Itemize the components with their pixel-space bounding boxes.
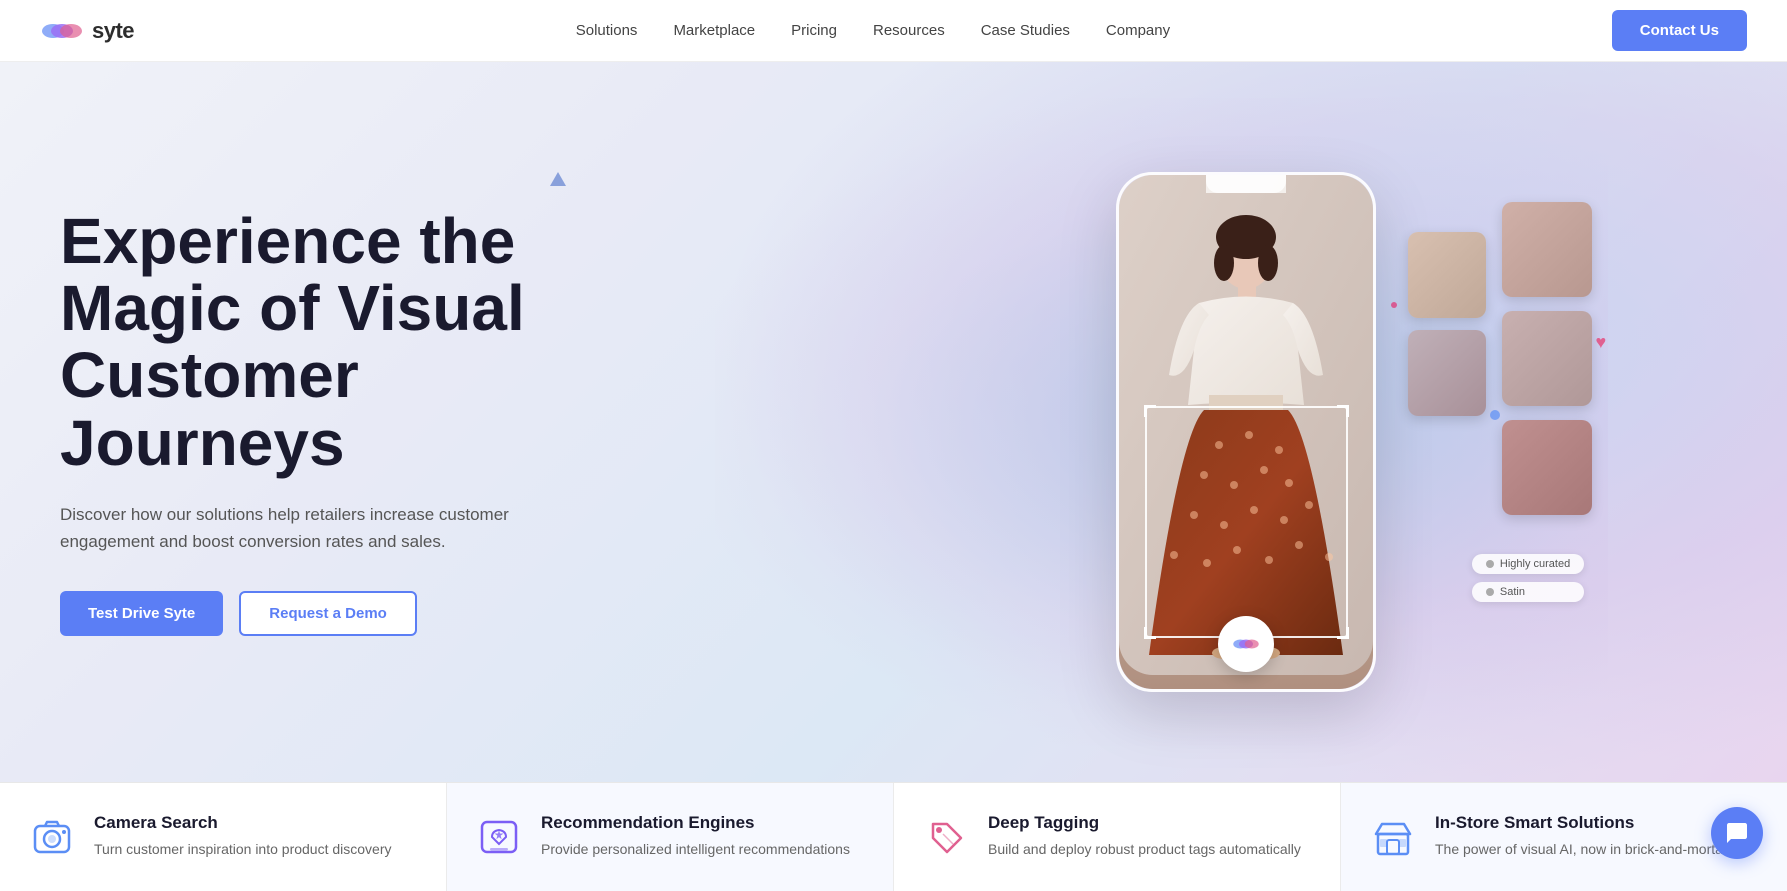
logo-text: syte bbox=[92, 18, 134, 44]
card-recommendation-desc: Provide personalized intelligent recomme… bbox=[541, 839, 850, 860]
hero-section: Experience the Magic of Visual Customer … bbox=[0, 62, 1787, 782]
card-deep-tagging-title: Deep Tagging bbox=[988, 813, 1301, 833]
nav-links: Solutions Marketplace Pricing Resources … bbox=[576, 22, 1170, 39]
nav-item-solutions[interactable]: Solutions bbox=[576, 22, 638, 39]
hero-buttons: Test Drive Syte Request a Demo bbox=[60, 591, 640, 636]
hero-content: Experience the Magic of Visual Customer … bbox=[0, 128, 700, 716]
card-recommendation-title: Recommendation Engines bbox=[541, 813, 850, 833]
deep-tagging-icon bbox=[922, 813, 970, 861]
tag-icon-svg bbox=[925, 816, 967, 858]
feature-cards: Camera Search Turn customer inspiration … bbox=[0, 782, 1787, 891]
in-store-icon bbox=[1369, 813, 1417, 861]
chat-bubble-button[interactable] bbox=[1711, 807, 1763, 859]
hero-title: Experience the Magic of Visual Customer … bbox=[60, 208, 640, 477]
navbar: syte Solutions Marketplace Pricing Resou… bbox=[0, 0, 1787, 62]
pill-dot-1 bbox=[1486, 560, 1494, 568]
product-thumb-2[interactable] bbox=[1408, 330, 1486, 416]
recommendation-icon-svg bbox=[478, 816, 520, 858]
card-camera-search-desc: Turn customer inspiration into product d… bbox=[94, 839, 392, 860]
hero-subtitle: Discover how our solutions help retailer… bbox=[60, 501, 580, 555]
hero-visual: Highly curated Satin ♥ bbox=[625, 62, 1787, 782]
recommendation-icon bbox=[475, 813, 523, 861]
contact-us-button[interactable]: Contact Us bbox=[1612, 10, 1747, 51]
card-recommendation: Recommendation Engines Provide personali… bbox=[447, 783, 894, 891]
blue-dot-deco bbox=[1490, 410, 1500, 420]
nav-item-resources[interactable]: Resources bbox=[873, 22, 945, 39]
card-recommendation-text: Recommendation Engines Provide personali… bbox=[541, 813, 850, 860]
camera-icon-svg bbox=[31, 816, 73, 858]
phone-frame bbox=[1116, 172, 1376, 692]
card-camera-search-text: Camera Search Turn customer inspiration … bbox=[94, 813, 392, 860]
nav-item-company[interactable]: Company bbox=[1106, 22, 1170, 39]
filter-pill-2[interactable]: Satin bbox=[1472, 582, 1584, 602]
camera-search-icon bbox=[28, 813, 76, 861]
test-drive-button[interactable]: Test Drive Syte bbox=[60, 591, 223, 636]
card-in-store-text: In-Store Smart Solutions The power of vi… bbox=[1435, 813, 1728, 860]
phone-notch bbox=[1206, 175, 1286, 193]
card-camera-search-title: Camera Search bbox=[94, 813, 392, 833]
card-in-store-title: In-Store Smart Solutions bbox=[1435, 813, 1728, 833]
nav-item-pricing[interactable]: Pricing bbox=[791, 22, 837, 39]
product-thumb-far-3[interactable] bbox=[1502, 420, 1592, 515]
filter-pill-label-2: Satin bbox=[1500, 586, 1525, 598]
card-camera-search: Camera Search Turn customer inspiration … bbox=[0, 783, 447, 891]
camera-search-button[interactable] bbox=[1218, 616, 1274, 672]
logo[interactable]: syte bbox=[40, 17, 134, 45]
product-thumbnails bbox=[1408, 232, 1486, 416]
product-thumb-1[interactable] bbox=[1408, 232, 1486, 318]
phone-image-area bbox=[1119, 175, 1373, 689]
card-deep-tagging-text: Deep Tagging Build and deploy robust pro… bbox=[988, 813, 1301, 860]
product-thumbnails-far bbox=[1502, 202, 1592, 515]
filter-pills: Highly curated Satin bbox=[1472, 554, 1584, 602]
filter-pill-1[interactable]: Highly curated bbox=[1472, 554, 1584, 574]
product-thumb-far-1[interactable] bbox=[1502, 202, 1592, 297]
chat-icon bbox=[1725, 821, 1749, 845]
card-deep-tagging-desc: Build and deploy robust product tags aut… bbox=[988, 839, 1301, 860]
syte-logo-mini bbox=[1232, 634, 1260, 654]
card-deep-tagging: Deep Tagging Build and deploy robust pro… bbox=[894, 783, 1341, 891]
logo-icon bbox=[40, 17, 84, 45]
nav-item-marketplace[interactable]: Marketplace bbox=[673, 22, 755, 39]
store-icon-svg bbox=[1372, 816, 1414, 858]
fashion-model-svg bbox=[1119, 175, 1373, 675]
filter-pill-label-1: Highly curated bbox=[1500, 558, 1570, 570]
product-thumb-far-2[interactable] bbox=[1502, 311, 1592, 406]
phone-mockup: Highly curated Satin ♥ bbox=[1116, 172, 1376, 692]
heart-deco-icon: ♥ bbox=[1596, 332, 1607, 353]
request-demo-button[interactable]: Request a Demo bbox=[239, 591, 417, 636]
card-in-store-desc: The power of visual AI, now in brick-and… bbox=[1435, 839, 1728, 860]
nav-item-case-studies[interactable]: Case Studies bbox=[981, 22, 1070, 39]
pill-dot-2 bbox=[1486, 588, 1494, 596]
